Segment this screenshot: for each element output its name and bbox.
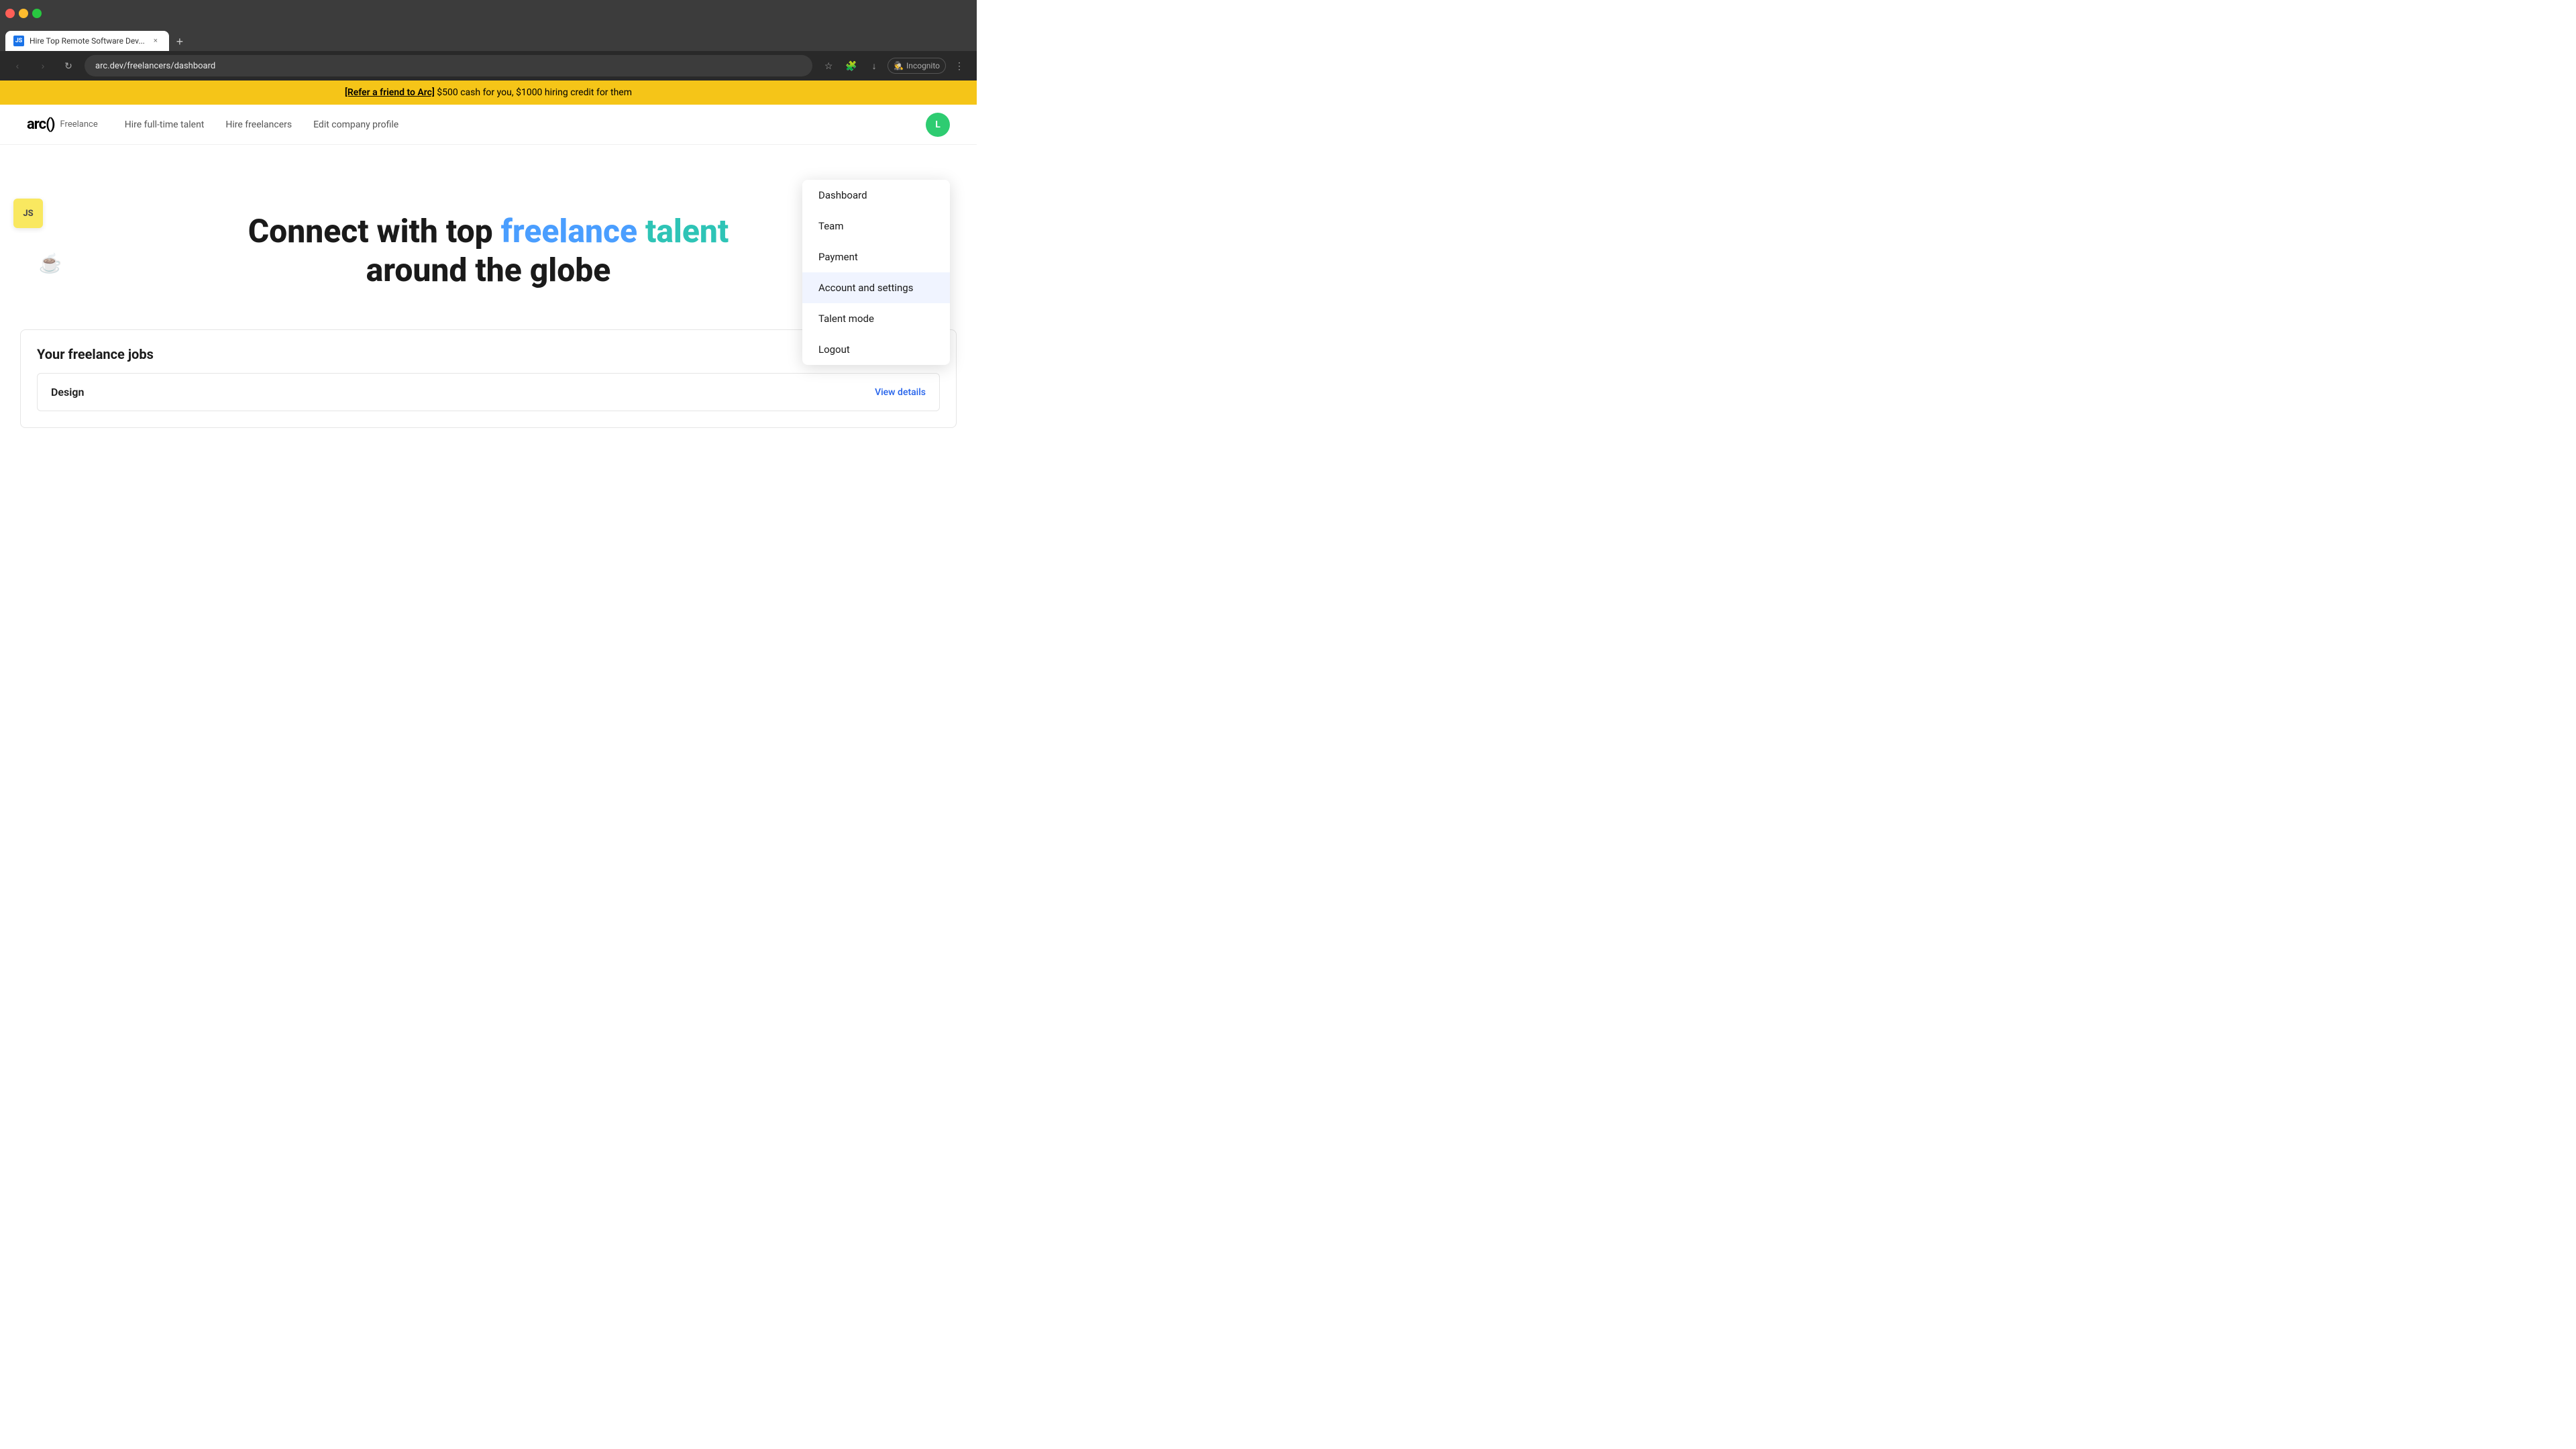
promo-link[interactable]: [Refer a friend to Arc] — [345, 87, 435, 98]
page-wrapper: [Refer a friend to Arc] $500 cash for yo… — [0, 80, 977, 455]
browser-chrome: JS Hire Top Remote Software Dev... × + ‹… — [0, 0, 977, 80]
address-bar-container[interactable]: arc.dev/freelancers/dashboard — [85, 55, 812, 76]
dropdown-item-team[interactable]: Team — [802, 211, 950, 241]
nav-right: L — [926, 113, 950, 137]
forward-icon: › — [42, 60, 45, 71]
browser-tab-active[interactable]: JS Hire Top Remote Software Dev... × — [5, 31, 169, 51]
view-details-link[interactable]: View details — [875, 387, 926, 398]
logo-area: arc() Freelance — [27, 116, 98, 133]
hero-title-space — [637, 212, 645, 250]
more-icon: ⋮ — [955, 60, 964, 72]
js-icon-floating: JS — [13, 199, 47, 232]
incognito-badge: 🕵 Incognito — [888, 58, 946, 74]
forward-btn[interactable]: › — [34, 56, 52, 75]
extensions-btn[interactable]: 🧩 — [842, 56, 861, 75]
nav-link-hire-fulltime[interactable]: Hire full-time talent — [125, 119, 205, 130]
java-icon-floating: ☕ — [34, 252, 67, 286]
reload-btn[interactable]: ↻ — [59, 56, 78, 75]
logo: arc() — [27, 116, 55, 133]
nav-link-hire-freelancers[interactable]: Hire freelancers — [225, 119, 292, 130]
window-close-btn[interactable] — [5, 9, 15, 18]
hero-title-part2: around the globe — [366, 251, 611, 289]
dropdown-menu: Dashboard Team Payment Account and setti… — [802, 180, 950, 365]
java-cup-icon: ☕ — [39, 252, 62, 274]
tab-bar: JS Hire Top Remote Software Dev... × + — [0, 27, 977, 51]
dropdown-item-talent-mode[interactable]: Talent mode — [802, 303, 950, 334]
more-btn[interactable]: ⋮ — [950, 56, 969, 75]
star-icon: ☆ — [824, 60, 833, 72]
star-btn[interactable]: ☆ — [819, 56, 838, 75]
tab-favicon: JS — [13, 36, 24, 46]
address-bar-text: arc.dev/freelancers/dashboard — [95, 61, 215, 71]
nav-links: Hire full-time talent Hire freelancers E… — [125, 119, 926, 130]
promo-banner: [Refer a friend to Arc] $500 cash for yo… — [0, 80, 977, 105]
hero-title-highlight2: talent — [645, 212, 729, 250]
reload-icon: ↻ — [64, 60, 72, 72]
download-btn[interactable]: ↓ — [865, 56, 883, 75]
logo-label: Freelance — [60, 119, 98, 129]
dropdown-item-dashboard[interactable]: Dashboard — [802, 180, 950, 211]
download-icon: ↓ — [872, 60, 877, 71]
back-icon: ‹ — [16, 60, 19, 71]
browser-addressbar: ‹ › ↻ arc.dev/freelancers/dashboard ☆ 🧩 … — [0, 51, 977, 80]
job-name: Design — [51, 386, 84, 398]
job-item: Design View details — [37, 373, 940, 411]
window-minimize-btn[interactable] — [19, 9, 28, 18]
window-maximize-btn[interactable] — [32, 9, 42, 18]
new-tab-btn[interactable]: + — [170, 32, 189, 51]
promo-text: $500 cash for you, $1000 hiring credit f… — [435, 87, 632, 98]
back-btn[interactable]: ‹ — [8, 56, 27, 75]
incognito-icon: 🕵 — [894, 61, 904, 70]
dropdown-item-payment[interactable]: Payment — [802, 241, 950, 272]
browser-titlebar — [0, 0, 977, 27]
user-avatar[interactable]: L — [926, 113, 950, 137]
incognito-label: Incognito — [906, 61, 940, 70]
hero-title-part1: Connect with top — [248, 212, 501, 250]
dropdown-item-logout[interactable]: Logout — [802, 334, 950, 365]
hero-title-highlight1: freelance — [501, 212, 637, 250]
dropdown-item-account-settings[interactable]: Account and settings — [802, 272, 950, 303]
main-nav: arc() Freelance Hire full-time talent Hi… — [0, 105, 977, 145]
tab-title: Hire Top Remote Software Dev... — [30, 36, 145, 46]
window-controls — [5, 9, 42, 18]
js-badge: JS — [13, 199, 43, 228]
extensions-icon: 🧩 — [845, 60, 857, 72]
jobs-title: Your freelance jobs — [37, 346, 154, 362]
browser-actions: ☆ 🧩 ↓ 🕵 Incognito ⋮ — [819, 56, 969, 75]
tab-close-btn[interactable]: × — [150, 36, 161, 46]
nav-link-edit-company[interactable]: Edit company profile — [313, 119, 398, 130]
java-badge: ☕ — [34, 252, 67, 274]
